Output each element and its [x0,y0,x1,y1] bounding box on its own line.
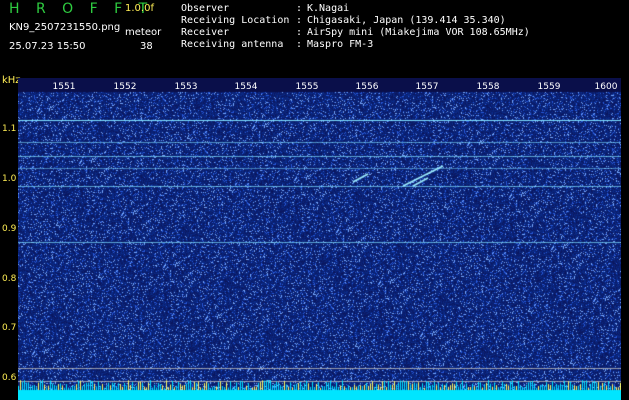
observer-label: Observer [181,3,230,14]
receiver-label: Receiver [181,27,230,38]
x-tick-1554: 1554 [234,82,258,92]
observer-value: K.Nagai [307,3,350,14]
receiver-value: AirSpy mini (Miakejima VOR 108.65MHz) [307,27,530,38]
spectrogram-canvas [18,78,621,400]
receiver-sep: : [296,27,303,38]
antenna-value: Maspro FM-3 [307,39,374,50]
header-panel: H R O F F T 1.0.0f KN9_2507231550.png me… [0,0,629,76]
y-tick-1.0: 1.0 [2,174,17,184]
location-value: Chigasaki, Japan (139.414 35.340) [307,15,506,26]
antenna-sep: : [296,39,303,50]
x-tick-1555: 1555 [295,82,319,92]
file-name: KN9_2507231550.png [9,22,121,33]
antenna-label: Receiving antenna [181,39,284,50]
y-tick-1.1: 1.1 [2,124,17,134]
x-tick-1553: 1553 [174,82,198,92]
y-tick-0.7: 0.7 [2,323,17,333]
y-tick-0.9: 0.9 [2,224,17,234]
x-tick-1552: 1552 [113,82,137,92]
x-tick-1556: 1556 [355,82,379,92]
x-tick-1559: 1559 [537,82,561,92]
location-label: Receiving Location [181,15,290,26]
y-tick-0.6: 0.6 [2,373,17,383]
y-tick-0.8: 0.8 [2,274,17,284]
x-tick-1600: 1600 [594,82,618,92]
location-sep: : [296,15,303,26]
observer-sep: : [296,3,303,14]
date-time: 25.07.23 15:50 [9,41,86,52]
x-tick-1557: 1557 [415,82,439,92]
mode-label: meteor [125,27,162,38]
x-tick-1551: 1551 [52,82,76,92]
app-version: 1.0.0f [125,3,154,14]
detection-count: 38 [140,41,153,52]
x-tick-1558: 1558 [476,82,500,92]
